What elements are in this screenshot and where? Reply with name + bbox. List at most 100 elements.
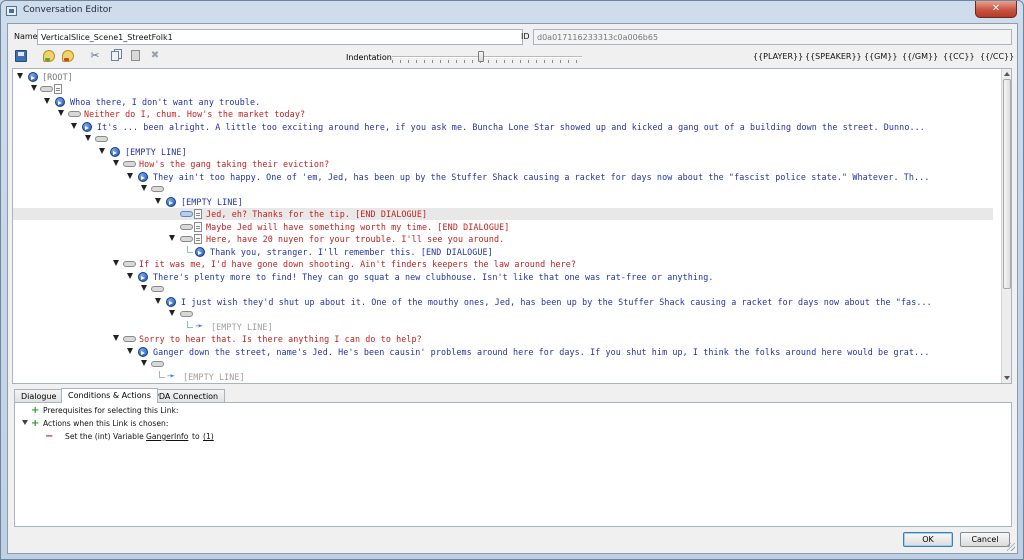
tree-row-text: They ain't too happy. One of 'em, Jed, h… xyxy=(153,172,930,182)
expand-triangle[interactable] xyxy=(113,260,119,266)
link-icon xyxy=(123,261,136,267)
expand-triangle[interactable] xyxy=(169,235,175,241)
add-action-icon[interactable]: + xyxy=(31,418,39,429)
cut-icon: ✂ xyxy=(90,49,100,62)
document-icon xyxy=(54,84,62,94)
scroll-down-arrow-icon[interactable] xyxy=(1004,376,1010,380)
action-prefix: Set the (int) Variable xyxy=(65,432,144,441)
resize-grip-icon[interactable] xyxy=(1007,543,1015,551)
tree-row-text: It's ... been alright. A little too exci… xyxy=(97,122,925,132)
link-icon xyxy=(151,361,164,367)
tree-row-player-selected[interactable]: Jed, eh? Thanks for the tip. [END DIALOG… xyxy=(13,208,993,220)
panel-splitter[interactable] xyxy=(12,386,1012,388)
expand-triangle[interactable] xyxy=(141,285,147,291)
slider-ticks xyxy=(392,60,582,63)
tree-row-text: [ROOT] xyxy=(42,72,73,82)
conversation-tree[interactable]: [ROOT] Whoa there, I don't want any trou… xyxy=(12,68,1012,384)
add-npc-node-icon xyxy=(43,50,55,62)
cut-button[interactable]: ✂ xyxy=(88,49,103,64)
node-icon xyxy=(82,122,92,132)
tree-row-text: Maybe Jed will have something worth my t… xyxy=(206,222,510,232)
expand-triangle[interactable] xyxy=(99,148,105,154)
close-button[interactable]: ✕ xyxy=(975,1,1017,18)
tree-row-text: Jed, eh? Thanks for the tip. [END DIALOG… xyxy=(206,209,428,219)
tree-row-text: [EMPTY LINE] xyxy=(211,322,273,332)
id-field: d0a017116233313c0a006b65 xyxy=(533,29,1012,45)
save-button[interactable] xyxy=(14,49,29,64)
document-icon xyxy=(194,222,202,232)
expand-triangle[interactable] xyxy=(155,298,161,304)
insert-gm-close-tag-button[interactable]: {{/GM}} xyxy=(902,52,938,61)
expand-triangle[interactable] xyxy=(141,360,147,366)
add-npc-node-button[interactable] xyxy=(42,49,57,64)
expand-triangle[interactable] xyxy=(17,73,23,79)
add-prerequisite-icon[interactable]: + xyxy=(31,405,39,416)
conversation-editor-window: Conversation Editor ✕ Name VerticalSlice… xyxy=(0,0,1024,560)
ok-button[interactable]: OK xyxy=(903,532,953,547)
insert-speaker-tag-button[interactable]: {{SPEAKER}} xyxy=(805,52,862,61)
expand-triangle[interactable] xyxy=(169,310,175,316)
save-icon xyxy=(15,50,27,62)
expand-triangle[interactable] xyxy=(31,85,37,91)
expand-triangle[interactable] xyxy=(127,348,133,354)
tree-vertical-scrollbar[interactable] xyxy=(1001,69,1011,383)
tab-dialogue[interactable]: Dialogue xyxy=(14,389,64,402)
scroll-thumb[interactable] xyxy=(1003,79,1011,289)
link-icon xyxy=(95,136,108,142)
insert-cc-close-tag-button[interactable]: {{/CC}} xyxy=(980,52,1014,61)
node-icon xyxy=(55,97,65,107)
action-variable-link[interactable]: GangerInfo xyxy=(146,431,188,442)
cancel-button[interactable]: Cancel xyxy=(960,532,1010,547)
tree-row-text: Neither do I, chum. How's the market tod… xyxy=(84,109,306,119)
link-icon xyxy=(151,186,164,192)
node-icon xyxy=(195,247,205,257)
collapse-triangle[interactable] xyxy=(22,420,28,425)
copy-button[interactable] xyxy=(109,49,124,64)
indentation-slider[interactable] xyxy=(392,51,582,63)
link-icon xyxy=(123,336,136,342)
scroll-up-arrow-icon[interactable] xyxy=(1004,72,1010,76)
paste-button[interactable] xyxy=(129,49,144,64)
link-icon xyxy=(40,86,53,92)
expand-triangle[interactable] xyxy=(44,98,50,104)
expand-triangle[interactable] xyxy=(85,135,91,141)
action-to-word: to xyxy=(192,432,200,441)
slider-thumb[interactable] xyxy=(478,51,485,62)
insert-gm-open-tag-button[interactable]: {{GM}} xyxy=(864,52,897,61)
expand-triangle[interactable] xyxy=(141,185,147,191)
name-field[interactable]: VerticalSlice_Scene1_StreetFolk1 xyxy=(37,29,523,45)
prerequisites-label: Prerequisites for selecting this Link: xyxy=(43,406,179,415)
expand-triangle[interactable] xyxy=(127,173,133,179)
document-icon xyxy=(194,234,202,244)
tree-row-text: I just wish they'd shut up about it. One… xyxy=(181,297,932,307)
delete-button[interactable]: ✖ xyxy=(148,49,163,64)
expand-triangle[interactable] xyxy=(71,123,77,129)
expand-triangle[interactable] xyxy=(58,110,64,116)
tab-conditions-actions[interactable]: Conditions & Actions xyxy=(61,388,158,403)
expand-triangle[interactable] xyxy=(155,198,161,204)
tree-row-text: [EMPTY LINE] xyxy=(181,197,243,207)
tree-row-text: Sorry to hear that. Is there anything I … xyxy=(139,334,422,344)
add-player-node-button[interactable] xyxy=(61,49,76,64)
tree-row-text: [EMPTY LINE] xyxy=(183,372,245,382)
add-player-node-icon xyxy=(62,50,74,62)
tree-connector xyxy=(187,321,193,328)
expand-triangle[interactable] xyxy=(113,160,119,166)
tree-row-text: If it was me, I'd have gone down shootin… xyxy=(139,259,577,269)
tree-row-text: [EMPTY LINE] xyxy=(125,147,187,157)
expand-triangle[interactable] xyxy=(127,273,133,279)
app-icon xyxy=(6,6,17,16)
toolbar: ✂ ✖ Indentation {{PLAYER}} {{SPEAKER}} {… xyxy=(8,48,1017,66)
remove-action-icon[interactable]: − xyxy=(45,431,53,442)
copy-icon xyxy=(111,51,119,61)
window-title: Conversation Editor xyxy=(23,5,112,15)
insert-player-tag-button[interactable]: {{PLAYER}} xyxy=(753,52,803,61)
insert-cc-open-tag-button[interactable]: {{CC}} xyxy=(943,52,975,61)
action-value-link[interactable]: (1) xyxy=(203,431,214,442)
delete-icon: ✖ xyxy=(150,50,160,61)
title-bar[interactable]: Conversation Editor ✕ xyxy=(1,1,1023,21)
tab-pda-connection[interactable]: PDA Connection xyxy=(147,389,226,402)
tree-connector xyxy=(187,246,193,253)
link-icon xyxy=(180,211,193,217)
expand-triangle[interactable] xyxy=(113,335,119,341)
